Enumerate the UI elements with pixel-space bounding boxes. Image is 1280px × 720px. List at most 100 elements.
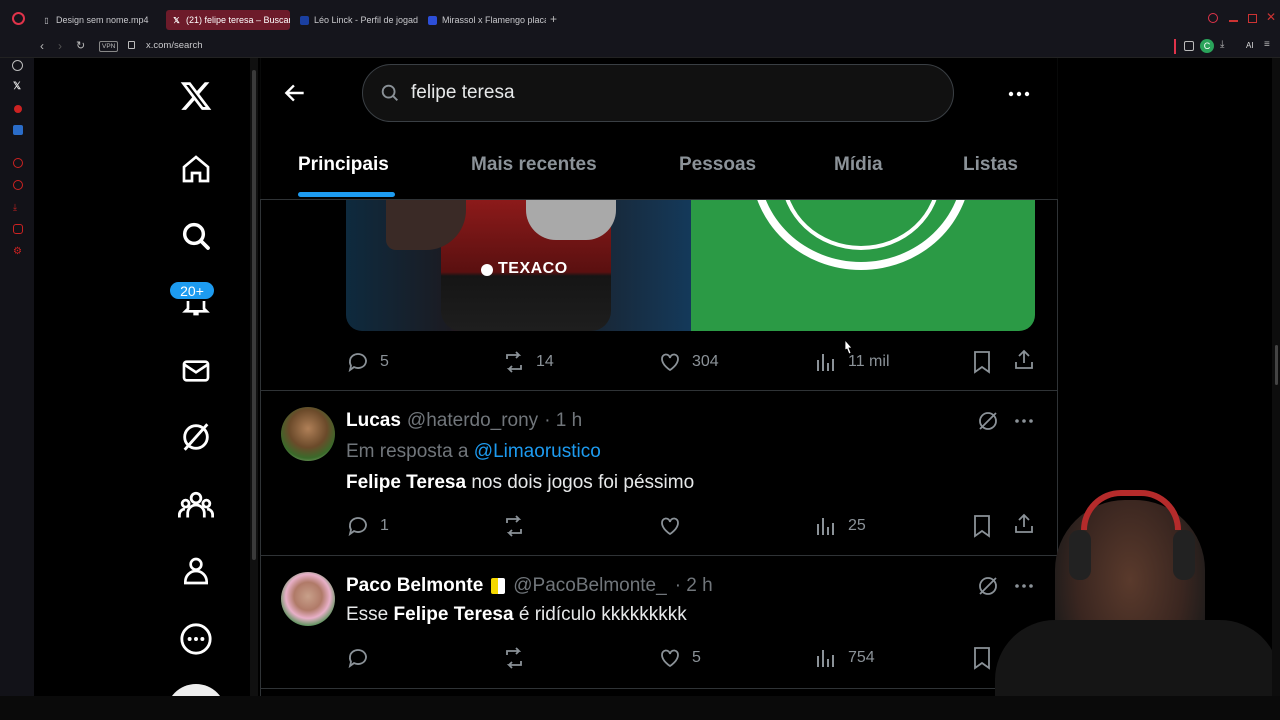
grok-icon[interactable] xyxy=(176,417,216,457)
reply-button[interactable] xyxy=(346,646,380,670)
tweet-text-rest: é ridículo kkkkkkkkk xyxy=(513,604,687,625)
settings-icon[interactable]: ⚙ xyxy=(13,246,22,257)
tab-midia[interactable]: Mídia xyxy=(834,154,883,176)
repost-count: 14 xyxy=(536,353,554,370)
browser-tab-3[interactable]: Léo Linck - Perfil de jogad xyxy=(294,10,418,30)
download-icon[interactable]: ⤓ xyxy=(13,202,17,213)
menu-icon[interactable]: ≡ xyxy=(1264,39,1270,50)
close-window-icon[interactable]: ✕ xyxy=(1266,10,1276,24)
home-icon[interactable] xyxy=(176,149,216,189)
browser-tab-2[interactable]: 𝕏 (21) felipe teresa – Buscar xyxy=(166,10,290,30)
active-tab-indicator xyxy=(298,192,395,197)
reply-context: Em resposta a @Limaorustico xyxy=(346,441,601,463)
browser-tab-1[interactable]: ▯ Design sem nome.mp4 xyxy=(36,10,160,30)
app-icon[interactable] xyxy=(13,125,23,135)
pinboard-icon[interactable] xyxy=(13,158,23,168)
reply-button[interactable]: 5 xyxy=(346,350,389,374)
opera-logo-icon[interactable] xyxy=(12,12,25,25)
bookmark-icon xyxy=(974,351,990,374)
repost-button[interactable] xyxy=(502,514,536,538)
views-button[interactable]: 25 xyxy=(814,514,866,538)
ai-button[interactable]: AI xyxy=(1246,41,1254,50)
more-icon[interactable] xyxy=(1012,409,1036,433)
author-name[interactable]: Paco Belmonte xyxy=(346,575,483,597)
headset-left-cup xyxy=(1069,530,1091,580)
vpn-badge[interactable]: VPN xyxy=(99,41,119,52)
app-icon[interactable] xyxy=(14,105,22,113)
back-arrow-icon[interactable] xyxy=(282,80,308,106)
like-button[interactable]: 304 xyxy=(658,350,719,374)
author-name[interactable]: Lucas xyxy=(346,410,401,432)
reply-to-link[interactable]: @Limaorustico xyxy=(474,441,601,462)
browser-tab-4[interactable]: Mirassol x Flamengo placa xyxy=(422,10,546,30)
bookmark-button[interactable] xyxy=(971,350,993,374)
messages-envelope-icon[interactable] xyxy=(176,351,216,391)
browser-tab-label: Léo Linck - Perfil de jogad xyxy=(314,15,418,25)
notifications-badge: 20+ xyxy=(168,280,216,301)
minimize-icon[interactable] xyxy=(1229,20,1238,22)
reply-button[interactable]: 1 xyxy=(346,514,389,538)
site-favicon-icon xyxy=(428,15,437,25)
nav-scrollbar-thumb[interactable] xyxy=(252,70,256,560)
avatar[interactable] xyxy=(281,572,335,626)
tweet-time[interactable]: · 2 h xyxy=(675,575,713,597)
views-button[interactable]: 754 xyxy=(814,646,875,670)
history-icon[interactable] xyxy=(13,180,23,190)
tweet-text-rest: nos dois jogos foi péssimo xyxy=(466,472,695,493)
grok-explain-icon[interactable] xyxy=(976,409,1000,433)
communities-icon[interactable] xyxy=(176,485,216,525)
like-count: 304 xyxy=(692,353,719,370)
repost-button[interactable] xyxy=(502,646,536,670)
like-button[interactable] xyxy=(658,514,692,538)
player-photo[interactable]: TEXACO xyxy=(346,200,691,331)
new-tab-button[interactable]: + xyxy=(550,12,557,26)
back-icon[interactable]: ‹ xyxy=(40,39,44,53)
more-options-icon[interactable] xyxy=(176,619,216,659)
share-button[interactable] xyxy=(1012,348,1036,372)
search-tabs-icon[interactable] xyxy=(1208,13,1218,23)
mouse-cursor-icon xyxy=(842,338,856,356)
divider xyxy=(1174,39,1176,54)
download-icon[interactable]: ⤓ xyxy=(1220,39,1224,50)
profile-avatar[interactable]: C xyxy=(1200,39,1214,53)
extensions-icon[interactable] xyxy=(1184,41,1194,51)
vatican-flag-icon xyxy=(491,578,506,594)
tweet-media[interactable]: TEXACO xyxy=(346,200,1035,331)
webcam-overlay xyxy=(985,470,1280,700)
reply-icon xyxy=(348,649,367,669)
tab-pessoas[interactable]: Pessoas xyxy=(679,154,756,176)
forward-icon[interactable]: › xyxy=(58,39,62,53)
tab-principais[interactable]: Principais xyxy=(298,154,389,176)
bottom-bar xyxy=(0,696,1280,720)
avatar[interactable] xyxy=(281,407,335,461)
maximize-icon[interactable] xyxy=(1248,14,1257,23)
reply-count: 1 xyxy=(380,517,389,534)
palmeiras-crest-image[interactable] xyxy=(691,200,1035,331)
url-field[interactable]: x.com/search xyxy=(146,40,203,51)
sponsor-logo-icon xyxy=(481,264,493,276)
extensions-icon[interactable] xyxy=(13,224,23,234)
x-sidebar-icon[interactable]: 𝕏 xyxy=(13,81,21,92)
tweet-time[interactable]: · 1 h xyxy=(544,410,582,432)
tweet-text-highlight: Felipe Teresa xyxy=(393,604,514,625)
like-count: 5 xyxy=(692,649,701,666)
more-options-icon[interactable] xyxy=(1006,82,1032,106)
tab-listas[interactable]: Listas xyxy=(963,154,1018,176)
divider xyxy=(260,688,1058,689)
like-button[interactable]: 5 xyxy=(658,646,701,670)
chatgpt-icon[interactable] xyxy=(12,60,23,71)
author-handle[interactable]: @haterdo_rony xyxy=(407,410,538,432)
author-handle[interactable]: @PacoBelmonte_ xyxy=(513,575,666,597)
explore-search-icon[interactable] xyxy=(176,216,216,256)
x-logo-icon[interactable] xyxy=(176,76,216,116)
repost-button[interactable]: 14 xyxy=(502,350,554,374)
reload-icon[interactable]: ↻ xyxy=(76,39,85,52)
tab-mais-recentes[interactable]: Mais recentes xyxy=(471,154,597,176)
jersey-sponsor: TEXACO xyxy=(498,260,568,277)
search-input[interactable]: felipe teresa xyxy=(411,82,515,104)
search-bar[interactable]: felipe teresa xyxy=(362,64,954,122)
page-scrollbar-thumb[interactable] xyxy=(1275,345,1278,385)
view-count: 25 xyxy=(848,517,866,534)
site-favicon-icon xyxy=(300,15,309,25)
profile-icon[interactable] xyxy=(176,551,216,591)
